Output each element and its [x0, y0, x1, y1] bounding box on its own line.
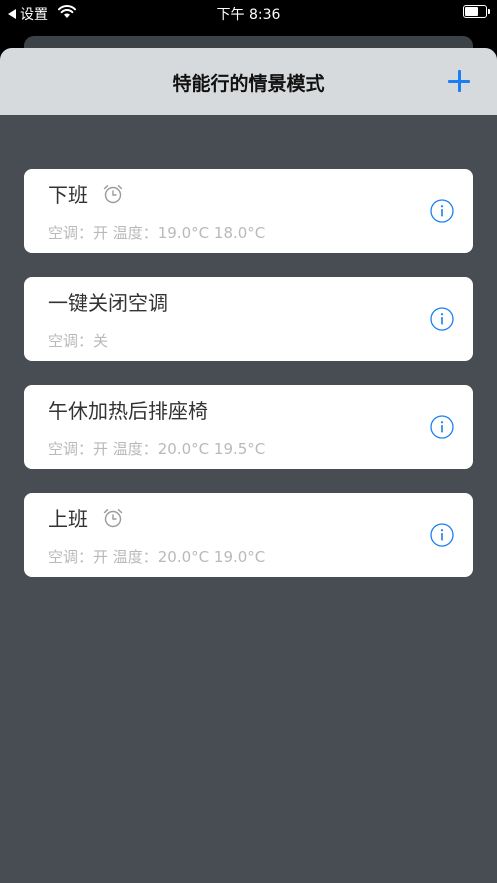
add-scene-button[interactable] [446, 68, 472, 94]
scene-detail: 空调：开 温度：19.0°C 18.0°C [48, 224, 266, 242]
battery-icon [463, 5, 490, 18]
nav-bar: 特能行的情景模式 [0, 48, 497, 115]
scene-card[interactable]: 一键关闭空调空调：关 [24, 277, 473, 361]
scene-name: 午休加热后排座椅 [48, 399, 208, 423]
alarm-clock-icon [103, 508, 123, 527]
scene-detail: 空调：开 温度：20.0°C 19.0°C [48, 548, 266, 566]
scene-title-row: 下班 [48, 179, 124, 208]
scene-card[interactable]: 午休加热后排座椅空调：开 温度：20.0°C 19.5°C [24, 385, 473, 469]
status-bar: 设置 下午 8:36 [0, 0, 497, 26]
info-icon[interactable] [430, 523, 454, 547]
alarm-clock-icon [103, 184, 123, 203]
info-icon[interactable] [430, 307, 454, 331]
scene-title-row: 上班 [48, 503, 124, 532]
scene-title-row: 午休加热后排座椅 [48, 395, 208, 424]
info-icon[interactable] [430, 415, 454, 439]
scene-detail: 空调：开 温度：20.0°C 19.5°C [48, 440, 266, 458]
scene-card[interactable]: 上班空调：开 温度：20.0°C 19.0°C [24, 493, 473, 577]
scene-name: 一键关闭空调 [48, 291, 168, 315]
scene-title-row: 一键关闭空调 [48, 287, 168, 316]
scene-name: 上班 [48, 507, 88, 531]
info-icon[interactable] [430, 199, 454, 223]
scene-detail: 空调：关 [48, 332, 109, 350]
page-title: 特能行的情景模式 [172, 73, 325, 95]
status-time: 下午 8:36 [216, 7, 281, 23]
scene-name: 下班 [48, 183, 88, 207]
scene-sheet: 特能行的情景模式 下班 空调：开 温度：19.0°C 18.0°C 一键关闭空调 空调… [0, 48, 497, 883]
scene-card[interactable]: 下班空调：开 温度：19.0°C 18.0°C [24, 169, 473, 253]
